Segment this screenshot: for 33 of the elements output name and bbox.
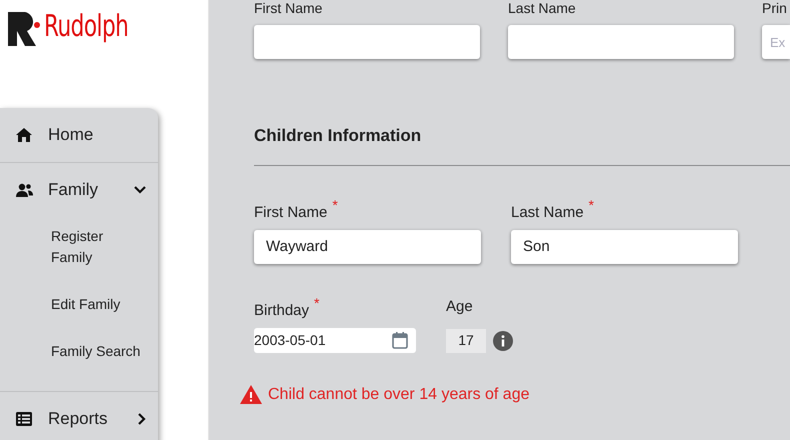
age-field: 17 [446, 328, 486, 352]
required-asterisk: * [588, 198, 594, 212]
nav-subitem[interactable]: Edit Family [51, 285, 132, 324]
nav-item[interactable]: Family [0, 163, 158, 217]
field-label: Age [446, 298, 474, 316]
text-field[interactable]: Son [511, 230, 738, 264]
text-field[interactable]: Wayward [254, 230, 481, 264]
field-label: First Name [254, 204, 328, 222]
field-label: First Name [254, 0, 324, 17]
field-label: Prin [762, 0, 788, 17]
text-field[interactable] [508, 25, 734, 59]
required-asterisk: * [332, 198, 338, 212]
date-field[interactable]: 2003-05-01 [254, 328, 416, 352]
error-message: Child cannot be over 14 years of age [268, 384, 530, 404]
required-asterisk: * [314, 296, 320, 310]
field-label: Last Name [508, 0, 577, 17]
info-icon[interactable] [493, 330, 513, 350]
nav-item[interactable]: Reports [0, 392, 158, 440]
nav-subitem[interactable]: Register Family [51, 217, 158, 277]
logo-icon [8, 12, 40, 46]
field-label: Last Name [511, 204, 584, 222]
calendar-icon [392, 332, 408, 348]
text-field[interactable] [254, 25, 480, 59]
brand-name: Rudolph [44, 12, 128, 42]
field-label: Birthday [254, 302, 310, 320]
warning-icon [240, 385, 262, 404]
home-icon [16, 128, 32, 142]
people-icon [16, 183, 33, 197]
list-icon [16, 412, 32, 426]
text-field[interactable]: Ex [762, 25, 790, 59]
nav-item[interactable]: Home [0, 108, 158, 162]
nav-subitem[interactable]: Family Search [51, 332, 152, 371]
section-heading: Children Information [254, 125, 422, 147]
